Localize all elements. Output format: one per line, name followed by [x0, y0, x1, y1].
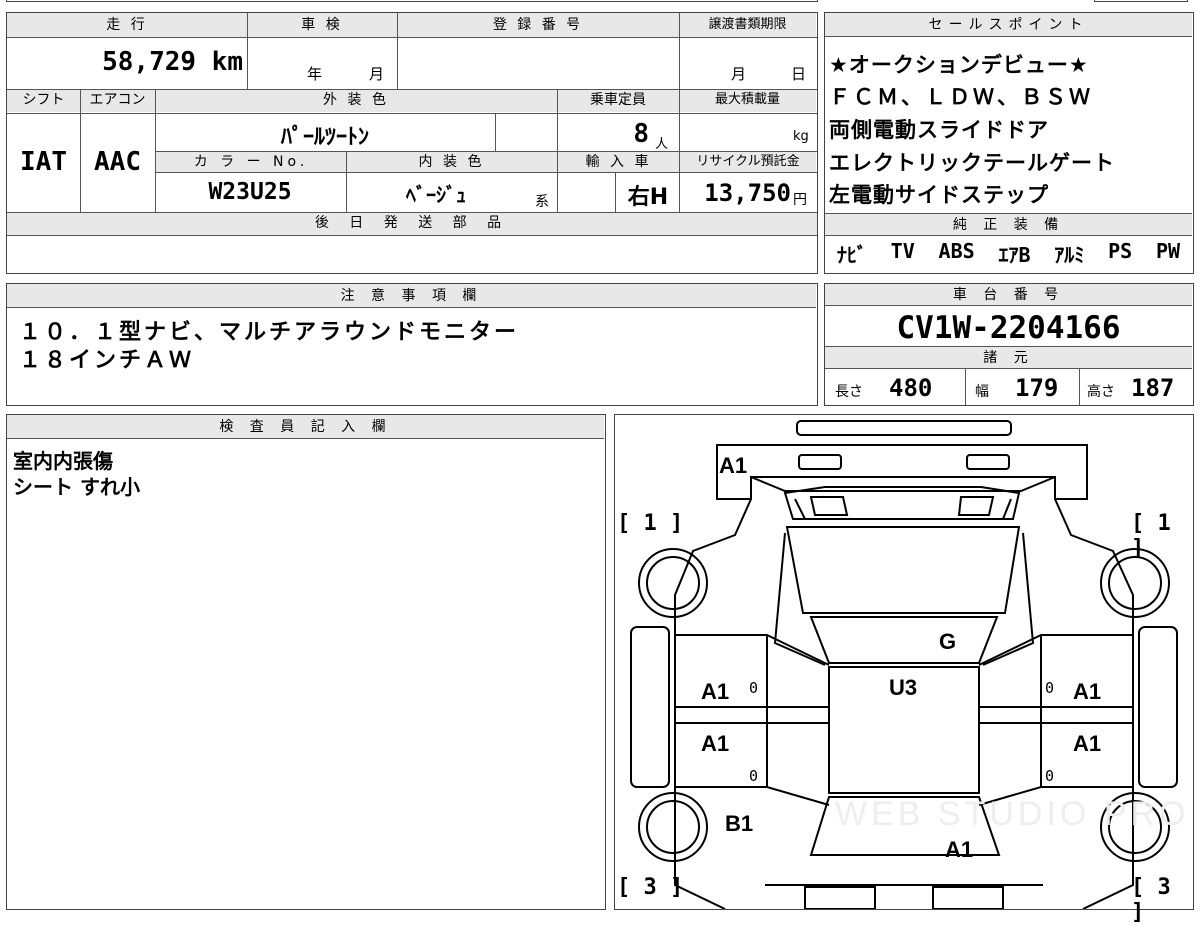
- equipment-item: TV: [890, 239, 915, 263]
- equipment-item: ABS: [938, 239, 975, 263]
- inspection-label: 車 検: [247, 13, 397, 37]
- capacity-unit: 人: [655, 137, 669, 152]
- capacity-label: 乗車定員: [557, 90, 679, 112]
- watermark-text: WEB STUDIO PRO: [835, 795, 1190, 833]
- color-no-label: カ ラ ー No.: [156, 152, 346, 172]
- sales-points-label: セールスポイント: [825, 13, 1192, 37]
- interior-suffix: 系: [535, 194, 549, 210]
- specs-label: 諸 元: [825, 347, 1192, 369]
- note-line: １８インチＡＷ: [19, 348, 195, 373]
- later-parts-label: 後 日 発 送 部 品: [7, 213, 817, 235]
- recycle-unit: 円: [793, 192, 807, 208]
- max-load-label: 最大積載量: [679, 90, 816, 112]
- zero-mark: 0: [749, 679, 759, 697]
- transfer-month-unit: 月: [731, 65, 747, 83]
- damage-mark-left-rear-door: A1: [701, 731, 730, 756]
- sales-point-line: ★オークションデビュー★: [829, 53, 1089, 77]
- sales-point-line: 両側電動スライドドア: [829, 118, 1049, 142]
- inspection-year-unit: 年: [307, 65, 323, 83]
- sales-point-line: エレクトリックテールゲート: [829, 151, 1115, 175]
- exterior-value: ﾊﾟｰﾙﾂｰﾄﾝ: [280, 125, 369, 150]
- mileage-value: 58,729 km: [102, 47, 243, 77]
- recycle-value: 13,750: [704, 179, 791, 207]
- max-load-unit: kg: [793, 129, 809, 144]
- chassis-panel: 車 台 番 号 CV1W-2204166 諸 元 長さ 480 幅 179 高さ…: [824, 283, 1194, 406]
- car-outline-diagram: [630, 420, 1178, 909]
- damage-mark-rear: A1: [945, 837, 974, 862]
- inspector-panel: 検 査 員 記 入 欄 室内内張傷 シート すれ小: [6, 414, 606, 910]
- grade-front-right: [ 1 ]: [1131, 511, 1171, 561]
- damage-diagram-panel: WEB STUDIO PRO A1 G U3 A1 A1 A1 A1 B1 A1…: [614, 414, 1194, 925]
- equipment-item: ｱﾙﾐ: [1054, 243, 1085, 267]
- notes-label: 注 意 事 項 欄: [7, 284, 816, 308]
- damage-mark-left-front-door: A1: [701, 679, 730, 704]
- sales-point-line: 左電動サイドステップ: [829, 183, 1049, 207]
- damage-mark-right-front-door: A1: [1073, 679, 1102, 704]
- damage-mark-front: A1: [719, 453, 748, 478]
- sales-point-line: ＦＣＭ、ＬＤＷ、ＢＳＷ: [829, 85, 1093, 109]
- equipment-item: PS: [1108, 239, 1133, 263]
- inspector-label: 検 査 員 記 入 欄: [7, 415, 604, 439]
- equipment-item: PW: [1155, 239, 1181, 263]
- interior-value: ﾍﾞｰｼﾞｭ: [406, 183, 466, 207]
- color-no-value: W23U25: [208, 179, 292, 205]
- chassis-number: CV1W-2204166: [896, 310, 1121, 346]
- damage-mark-right-rear-door: A1: [1073, 731, 1102, 756]
- shift-label: シフト: [7, 90, 80, 112]
- grade-front-left: [ 1 ]: [617, 511, 684, 536]
- transfer-deadline-label: 譲渡書類期限: [679, 13, 816, 37]
- top-strip-right: [1094, 0, 1188, 2]
- grade-rear-right: [ 3 ]: [1131, 875, 1171, 925]
- shift-value: IAT: [20, 147, 67, 177]
- height-value: 187: [1131, 374, 1175, 402]
- chassis-label: 車 台 番 号: [825, 284, 1192, 306]
- damage-mark-roof: U3: [889, 675, 918, 700]
- sales-points-panel: セールスポイント ★オークションデビュー★ ＦＣＭ、ＬＤＷ、ＢＳＷ 両側電動スラ…: [824, 12, 1194, 274]
- equipment-item: ﾅﾋﾞ: [836, 243, 867, 267]
- grade-rear-left: [ 3 ]: [617, 875, 684, 900]
- equipment-item: ｴｱB: [998, 243, 1031, 267]
- registration-label: 登 録 番 号: [397, 13, 679, 37]
- inspector-line: 室内内張傷: [13, 449, 113, 473]
- width-label: 幅: [975, 384, 989, 400]
- zero-mark: 0: [1045, 767, 1055, 785]
- ac-value: AAC: [94, 147, 141, 177]
- exterior-label: 外 装 色: [155, 90, 557, 112]
- recycle-label: リサイクル預託金: [680, 152, 816, 172]
- interior-label: 内 装 色: [346, 152, 557, 172]
- equipment-list: ﾅﾋﾞ TV ABS ｴｱB ｱﾙﾐ PS PW: [825, 239, 1192, 268]
- equipment-label: 純 正 装 備: [825, 214, 1192, 236]
- inspection-month-unit: 月: [369, 65, 385, 83]
- notes-panel: 注 意 事 項 欄 １０．１型ナビ、マルチアラウンドモニター １８インチＡＷ: [6, 283, 818, 406]
- height-label: 高さ: [1087, 384, 1115, 400]
- width-value: 179: [1015, 374, 1059, 402]
- zero-mark: 0: [749, 767, 759, 785]
- length-value: 480: [889, 374, 933, 402]
- top-strip: [6, 0, 818, 2]
- damage-mark-left-rear-fender: B1: [725, 811, 754, 836]
- zero-mark: 0: [1045, 679, 1055, 697]
- damage-mark-hood: G: [939, 629, 957, 654]
- handle-value: 右H: [627, 185, 669, 210]
- transfer-day-unit: 日: [791, 65, 807, 83]
- mileage-label: 走 行: [7, 13, 247, 37]
- capacity-value: 8: [633, 119, 649, 149]
- vehicle-info-panel: 走 行 車 検 登 録 番 号 譲渡書類期限 58,729 km 年 月 月 日…: [6, 12, 818, 274]
- ac-label: エアコン: [80, 90, 155, 112]
- length-label: 長さ: [835, 384, 863, 400]
- import-label: 輸 入 車: [558, 152, 679, 172]
- inspector-line: シート すれ小: [13, 475, 140, 499]
